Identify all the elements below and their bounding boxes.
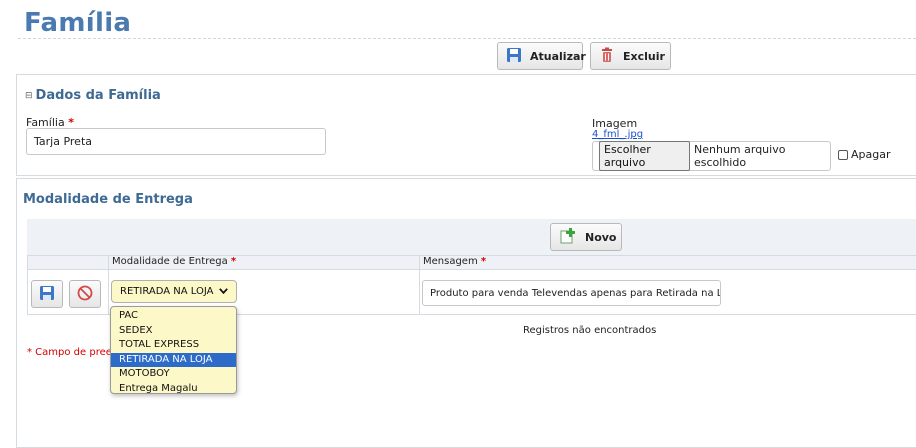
apagar-checkbox[interactable] — [838, 149, 848, 160]
header-modalidade[interactable]: Modalidade de Entrega * — [112, 256, 236, 267]
add-icon — [559, 227, 577, 247]
title-divider — [18, 38, 916, 39]
dropdown-option-selected[interactable]: RETIRADA NA LOJA — [111, 352, 236, 367]
dropdown-option[interactable]: SEDEX — [111, 324, 236, 339]
page-title: Família — [24, 8, 132, 38]
column-divider — [108, 270, 109, 315]
save-icon — [39, 285, 55, 304]
choose-file-button[interactable]: Escolher arquivo — [599, 141, 690, 171]
modalidade-select-value: RETIRADA NA LOJA — [120, 286, 214, 297]
new-button[interactable]: Novo — [550, 223, 622, 251]
empty-message: Registros não encontrados — [523, 325, 657, 336]
update-button-label: Atualizar — [530, 49, 586, 63]
dropdown-option[interactable]: PAC — [111, 309, 236, 324]
delete-button-label: Excluir — [623, 49, 665, 63]
chevron-down-icon — [219, 286, 228, 297]
collapse-icon[interactable]: ⊟ — [25, 91, 33, 101]
header-mensagem-text: Mensagem — [423, 256, 478, 267]
required-mark: * — [230, 256, 237, 267]
save-icon — [506, 47, 522, 66]
header-modalidade-text: Modalidade de Entrega — [112, 256, 228, 267]
required-footnote: * Campo de pree — [27, 347, 112, 358]
row-save-button[interactable] — [31, 280, 63, 308]
column-divider — [419, 255, 420, 270]
dados-section-header[interactable]: ⊟ Dados da Família — [25, 88, 161, 103]
apagar-option[interactable]: Apagar — [838, 148, 891, 161]
modalidade-select[interactable]: RETIRADA NA LOJA — [111, 280, 237, 303]
column-divider — [108, 255, 109, 270]
update-button[interactable]: Atualizar — [497, 42, 586, 70]
mensagem-input[interactable]: Produto para venda Televendas apenas par… — [422, 280, 721, 306]
required-mark: * — [480, 256, 487, 267]
row-cancel-button[interactable] — [69, 280, 101, 308]
familia-input[interactable]: Tarja Preta — [26, 128, 326, 155]
file-upload[interactable]: Escolher arquivo Nenhum arquivo escolhid… — [592, 141, 831, 171]
dropdown-option[interactable]: MOTOBOY — [111, 367, 236, 382]
delete-button[interactable]: Excluir — [590, 42, 671, 70]
file-status: Nenhum arquivo escolhido — [694, 143, 786, 169]
column-divider — [419, 270, 420, 315]
header-mensagem[interactable]: Mensagem * — [423, 256, 486, 267]
cancel-icon — [77, 285, 93, 304]
new-button-label: Novo — [585, 230, 617, 244]
image-file-link[interactable]: 4_fml_.jpg — [592, 129, 643, 140]
dropdown-option[interactable]: Entrega Magalu — [111, 382, 236, 397]
modalidade-dropdown: PAC SEDEX TOTAL EXPRESS RETIRADA NA LOJA… — [110, 306, 237, 394]
grid-toolbar — [27, 219, 916, 255]
modalidade-section-title: Modalidade de Entrega — [23, 192, 193, 207]
dados-section-title: Dados da Família — [35, 88, 161, 103]
dropdown-option[interactable]: TOTAL EXPRESS — [111, 338, 236, 353]
apagar-label: Apagar — [851, 148, 891, 161]
trash-icon — [599, 47, 615, 66]
